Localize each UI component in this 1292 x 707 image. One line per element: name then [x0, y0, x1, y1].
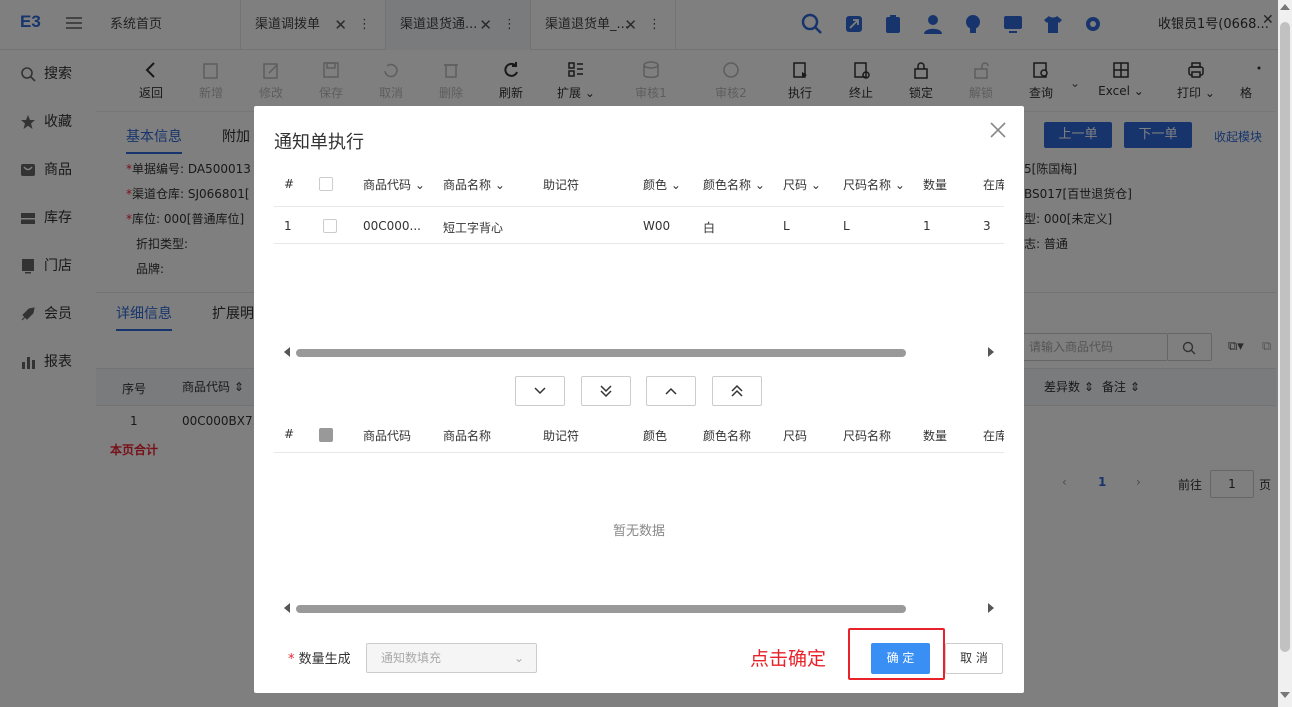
col-qty: 数量 — [923, 178, 948, 192]
col-stock: 在库 — [983, 178, 1004, 192]
col-mnemonic: 助记符 — [543, 178, 580, 192]
col-qty: 数量 — [923, 429, 948, 443]
col-index: # — [284, 177, 295, 191]
annotation-text: 点击确定 — [750, 648, 827, 670]
empty-state-text: 暂无数据 — [612, 524, 665, 539]
upper-horizontal-scrollbar[interactable] — [274, 345, 1004, 359]
scroll-left-icon[interactable] — [284, 347, 290, 357]
col-index: # — [284, 427, 295, 441]
row-qty: 1 — [923, 219, 931, 233]
col-product-name[interactable]: 商品名称 ⌄ — [443, 176, 505, 193]
row-product-name: 短工字背心 — [443, 221, 504, 235]
col-size: 尺码 — [783, 429, 808, 443]
scroll-left-icon[interactable] — [284, 603, 290, 613]
scroll-thumb[interactable] — [296, 605, 906, 613]
row-stock: 3 — [983, 219, 991, 233]
col-product-code: 商品代码 — [363, 429, 412, 443]
double-chevron-down-icon — [600, 385, 612, 398]
col-stock: 在库 — [983, 429, 1004, 443]
col-size[interactable]: 尺码 ⌄ — [783, 176, 821, 193]
col-product-name: 商品名称 — [443, 429, 492, 443]
close-icon[interactable] — [988, 120, 1008, 140]
row-color: W00 — [643, 219, 671, 233]
page-scroll-thumb[interactable] — [1280, 22, 1290, 652]
row-size: L — [783, 219, 790, 233]
col-size-name: 尺码名称 — [843, 429, 892, 443]
chevron-up-icon — [665, 387, 677, 395]
chevron-down-icon: ⌄ — [513, 651, 524, 665]
qty-generate-label: * 数量生成 — [288, 652, 351, 667]
double-chevron-up-icon — [731, 384, 743, 397]
col-color-name[interactable]: 颜色名称 ⌄ — [703, 176, 765, 193]
row-index: 1 — [284, 219, 292, 233]
row-color-name: 白 — [703, 221, 716, 235]
lower-horizontal-scrollbar[interactable] — [274, 601, 1004, 615]
modal-title: 通知单执行 — [274, 132, 364, 153]
col-color: 颜色 — [643, 429, 668, 443]
col-product-code[interactable]: 商品代码 ⌄ — [363, 176, 425, 193]
move-up-button[interactable] — [646, 376, 696, 406]
cancel-button[interactable]: 取 消 — [945, 643, 1003, 674]
scroll-up-icon[interactable] — [1280, 4, 1290, 10]
select-all-checkbox[interactable] — [319, 428, 333, 442]
select-all-checkbox[interactable] — [319, 177, 333, 191]
divider — [274, 452, 1004, 453]
chevron-down-icon — [534, 387, 546, 395]
scroll-thumb[interactable] — [296, 349, 906, 357]
qty-generate-select[interactable]: 通知数填充 ⌄ — [366, 643, 537, 673]
scroll-right-icon[interactable] — [988, 603, 994, 613]
notice-execute-modal: 通知单执行 # 商品代码 ⌄ 商品名称 ⌄ 助记符 颜色 ⌄ 颜色名称 ⌄ 尺码… — [254, 106, 1024, 693]
row-checkbox[interactable] — [323, 219, 337, 233]
confirm-button[interactable]: 确 定 — [871, 643, 930, 674]
scroll-down-icon[interactable] — [1280, 692, 1290, 698]
row-product-code: 00C000... — [363, 219, 421, 233]
scroll-right-icon[interactable] — [988, 347, 994, 357]
row-size-name: L — [843, 219, 850, 233]
move-down-button[interactable] — [515, 376, 565, 406]
move-all-down-button[interactable] — [581, 376, 631, 406]
col-size-name[interactable]: 尺码名称 ⌄ — [843, 176, 905, 193]
move-all-up-button[interactable] — [712, 376, 762, 406]
col-color-name: 颜色名称 — [703, 429, 752, 443]
col-color[interactable]: 颜色 ⌄ — [643, 176, 681, 193]
divider — [274, 243, 1004, 244]
col-mnemonic: 助记符 — [543, 429, 580, 443]
